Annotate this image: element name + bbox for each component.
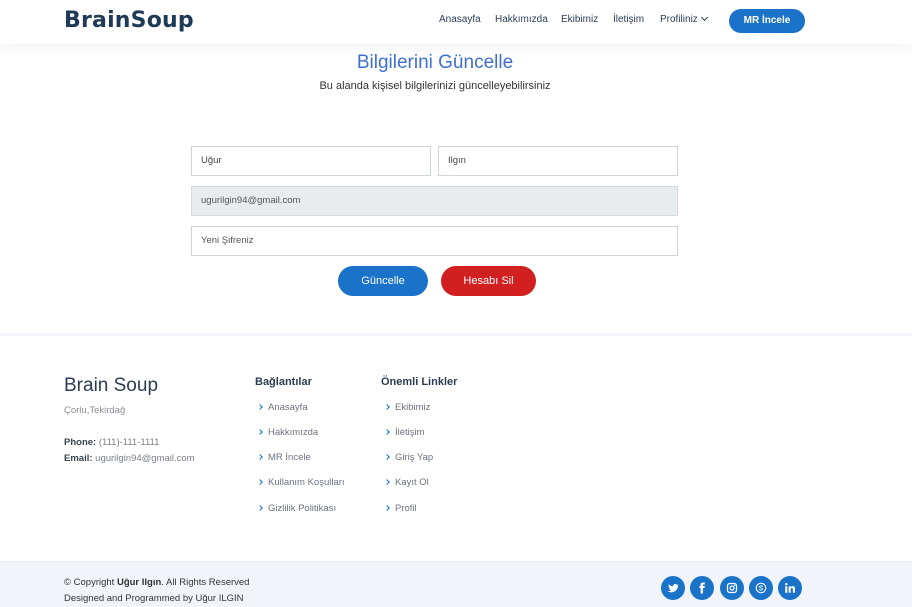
email-field: ugurilgin94@gmail.com <box>191 186 678 216</box>
phone-value: (111)-111-1111 <box>98 437 160 448</box>
chevron-right-icon <box>384 404 390 410</box>
footer-link-hakkimizda[interactable]: Hakkımızda <box>257 427 319 438</box>
footer-link-label: MR İncele <box>268 452 311 463</box>
footer-link-label: Hakkımızda <box>268 427 319 438</box>
nav-item-ekibimiz[interactable]: Ekibimiz <box>561 14 598 25</box>
phone-label: Phone: <box>64 437 97 448</box>
footer-link-label: Profil <box>395 503 417 514</box>
chevron-right-icon <box>257 505 263 511</box>
important-links-heading: Önemli Linkler <box>381 376 458 388</box>
last-name-input[interactable]: Ilgın <box>438 146 678 176</box>
footer-link-kayit-ol[interactable]: Kayıt Ol <box>384 477 429 488</box>
footer-email: Email: ugurilgin94@gmail.com <box>64 453 195 464</box>
page-title: Bilgilerini Güncelle <box>356 52 514 73</box>
chevron-down-icon <box>700 13 708 22</box>
linkedin-icon[interactable] <box>778 576 802 600</box>
footer-link-profil[interactable]: Profil <box>384 503 417 514</box>
delete-account-button[interactable]: Hesabı Sil <box>441 266 536 296</box>
twitter-glyph <box>667 584 679 593</box>
footer-link-label: Giriş Yap <box>395 452 434 463</box>
footer-link-label: Anasayfa <box>268 402 308 413</box>
footer-link-label: Kayıt Ol <box>395 477 429 488</box>
footer-link-anasayfa[interactable]: Anasayfa <box>257 402 308 413</box>
linkedin-glyph <box>785 582 795 593</box>
page-subtitle: Bu alanda kişisel bilgilerinizi güncelle… <box>319 80 551 92</box>
facebook-icon[interactable] <box>690 576 714 600</box>
footer-link-label: Ekibimiz <box>395 402 431 413</box>
copyright-prefix: © Copyright <box>64 577 115 588</box>
footer-link-kullanim-kosullari[interactable]: Kullanım Koşulları <box>257 477 345 488</box>
nav-item-profiliniz-label: Profiliniz <box>660 14 698 25</box>
first-name-input[interactable]: Uğur <box>191 146 431 176</box>
instagram-icon[interactable] <box>720 576 744 600</box>
links-heading: Bağlantılar <box>255 376 312 388</box>
email-label: Email: <box>64 453 93 464</box>
footer-phone: Phone: (111)-111-1111 <box>64 437 159 448</box>
chevron-right-icon <box>257 404 263 410</box>
new-password-input[interactable]: Yeni Şifreniz <box>191 226 678 256</box>
mr-incele-button[interactable]: MR İncele <box>729 9 805 33</box>
facebook-glyph <box>699 582 705 594</box>
footer-link-ekibimiz[interactable]: Ekibimiz <box>384 402 431 413</box>
chevron-right-icon <box>384 429 390 435</box>
footer-link-giris-yap[interactable]: Giriş Yap <box>384 452 434 463</box>
chevron-right-icon <box>257 479 263 485</box>
nav-item-profiliniz[interactable]: Profiliniz <box>660 13 708 25</box>
email-value: ugurilgin94@gmail.com <box>95 453 195 464</box>
update-button[interactable]: Güncelle <box>338 266 428 296</box>
footer-link-gizlilik-politikasi[interactable]: Gizlilik Politikası <box>257 503 337 514</box>
site-header: BrainSoup Anasayfa Hakkımızda Ekibimiz İ… <box>0 0 912 44</box>
chevron-right-icon <box>384 505 390 511</box>
chevron-right-icon <box>257 429 263 435</box>
footer-link-iletisim[interactable]: İletişim <box>384 427 425 438</box>
footer-link-label: Kullanım Koşulları <box>268 477 345 488</box>
copyright-text: © Copyright Uğur Ilgın. All Rights Reser… <box>64 577 249 588</box>
footer-brand: Brain Soup <box>64 375 159 396</box>
designed-by-text: Designed and Programmed by Uğur ILGIN <box>64 593 244 604</box>
footer-link-label: İletişim <box>395 427 425 438</box>
instagram-glyph <box>726 582 738 594</box>
copyright-name: Uğur Ilgın <box>116 577 162 588</box>
footer-link-mr-incele[interactable]: MR İncele <box>257 452 311 463</box>
twitter-icon[interactable] <box>661 576 685 600</box>
chevron-right-icon <box>257 454 263 460</box>
nav-item-iletisim[interactable]: İletişim <box>613 14 644 25</box>
skype-icon[interactable] <box>749 576 773 600</box>
chevron-right-icon <box>384 454 390 460</box>
footer-city: Çorlu,Tekirdağ <box>64 405 126 416</box>
nav-item-hakkimizda[interactable]: Hakkımızda <box>495 14 548 25</box>
skype-glyph <box>755 582 767 594</box>
nav-item-anasayfa[interactable]: Anasayfa <box>439 14 481 25</box>
copyright-suffix: . All Rights Reserved <box>161 577 250 588</box>
footer-link-label: Gizlilik Politikası <box>268 503 337 514</box>
chevron-right-icon <box>384 479 390 485</box>
